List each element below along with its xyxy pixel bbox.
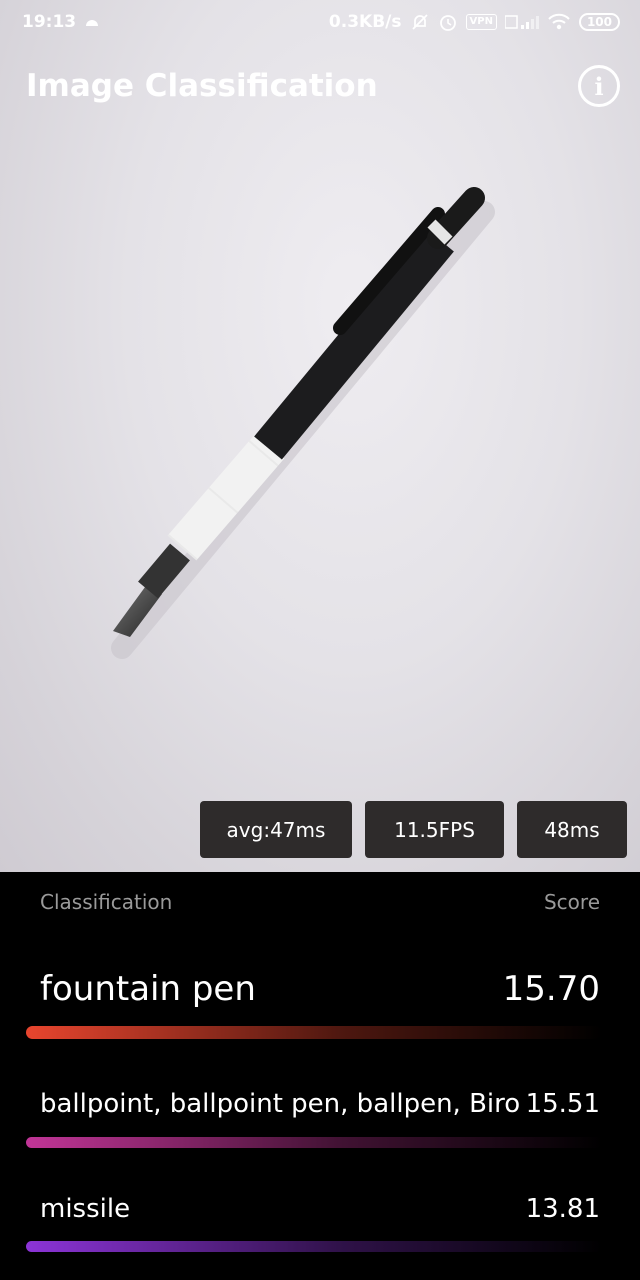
avg-latency-chip: avg:47ms (200, 801, 352, 858)
results-panel: Classification Score fountain pen 15.70 … (0, 872, 640, 1280)
latency-chip: 48ms (517, 801, 627, 858)
camera-preview (0, 0, 640, 872)
net-speed: 0.3KB/s (328, 12, 402, 32)
status-time: 19:13 (22, 12, 77, 32)
wifi-icon (547, 13, 571, 31)
result-score-2: 15.51 (525, 1089, 600, 1119)
pen-image (111, 187, 495, 659)
result-bar-3 (26, 1241, 602, 1252)
mute-icon (410, 12, 430, 32)
result-label-1: fountain pen (40, 969, 256, 1009)
result-score-1: 15.70 (502, 969, 600, 1009)
result-label-3: missile (40, 1194, 131, 1224)
app-bar: Image Classification i (0, 60, 640, 120)
result-bar-2 (26, 1137, 602, 1148)
result-score-3: 13.81 (525, 1194, 600, 1224)
result-bar-1 (26, 1026, 602, 1039)
score-header: Score (543, 890, 600, 914)
vpn-icon: VPN (465, 14, 497, 30)
app-notification-icon (84, 14, 100, 30)
fps-chip: 11.5FPS (365, 801, 504, 858)
signal-icon (504, 14, 539, 30)
app-title: Image Classification (26, 68, 378, 104)
result-label-2: ballpoint, ballpoint pen, ballpen, Biro (40, 1089, 521, 1119)
alarm-icon (438, 12, 458, 32)
battery-icon: 100 (578, 13, 620, 31)
info-icon[interactable]: i (578, 65, 620, 107)
status-bar: 19:13 0.3KB/s VPN 100 (0, 0, 640, 44)
classification-header: Classification (40, 890, 173, 914)
